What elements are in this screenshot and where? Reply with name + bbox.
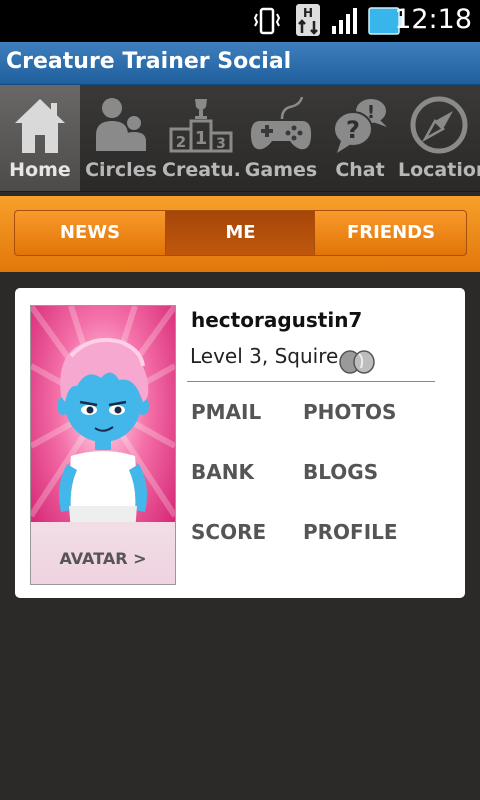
avatar-button[interactable]: AVATAR > [30,305,176,585]
nav-item-chat[interactable]: ! ? Chat [322,85,398,191]
tab-news[interactable]: NEWS [15,211,165,255]
tab-me[interactable]: ME [165,211,315,255]
level-text: Level 3, Squire [190,344,339,368]
svg-text:3: 3 [216,136,226,152]
home-icon [0,95,80,157]
hspa-data-icon: H [294,3,322,41]
score-link[interactable]: SCORE [191,520,266,544]
svg-text:?: ? [346,116,360,144]
tab-region: NEWS ME FRIENDS [0,196,480,272]
signal-icon [330,6,362,40]
app-title-bar: Creature Trainer Social [0,42,480,85]
nav-label-location: Location [398,159,480,181]
svg-text:1: 1 [195,128,208,149]
chat-icon: ! ? [322,95,398,157]
nav-label-chat: Chat [335,159,385,181]
nav-item-creatures[interactable]: 1 2 3 Creatu... [162,85,240,191]
profile-divider [187,381,435,382]
profile-card: AVATAR > hectoragustin7 Level 3, Squire … [15,288,465,598]
nav-item-games[interactable]: Games [240,85,322,191]
nav-label-circles: Circles [85,159,157,181]
main-nav: Home Circles 1 2 3 Creatu Games ! ? Chat… [0,85,480,192]
nav-item-location[interactable]: Location [398,85,480,191]
username: hectoragustin7 [191,308,363,332]
nav-item-circles[interactable]: Circles [80,85,162,191]
blogs-link[interactable]: BLOGS [303,460,378,484]
gamepad-icon [240,95,322,157]
nav-label-creatures: Creatu... [162,159,240,181]
segmented-tabs: NEWS ME FRIENDS [14,210,467,256]
status-bar: H 12:18 [0,0,480,42]
bank-link[interactable]: BANK [191,460,254,484]
photos-link[interactable]: PHOTOS [303,400,396,424]
nav-label-games: Games [244,159,318,181]
app-title: Creature Trainer Social [6,49,292,74]
nav-label-home: Home [9,159,71,181]
tab-friends[interactable]: FRIENDS [314,211,466,255]
compass-icon [398,95,480,157]
svg-text:2: 2 [176,133,186,151]
pmail-link[interactable]: PMAIL [191,400,261,424]
profile-link[interactable]: PROFILE [303,520,398,544]
vibrate-icon [252,6,282,40]
svg-text:H: H [303,6,313,20]
nav-item-home[interactable]: Home [0,85,80,191]
avatar-link[interactable]: AVATAR > [31,549,175,568]
squire-rank-icon [337,348,377,378]
status-clock: 12:18 [394,4,472,35]
creatures-podium-icon: 1 2 3 [162,95,240,157]
circles-icon [80,95,162,157]
